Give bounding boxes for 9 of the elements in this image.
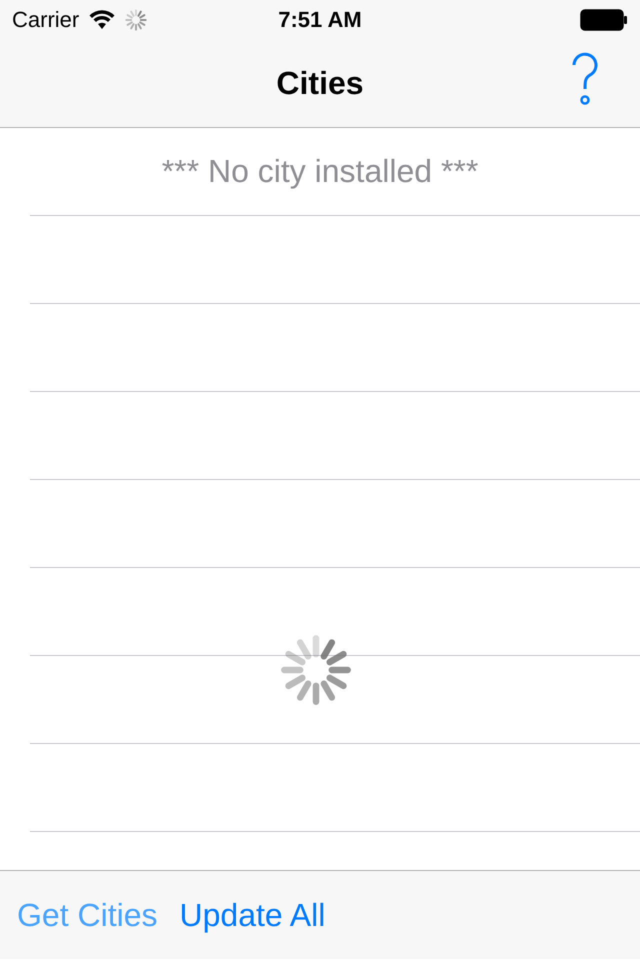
carrier-label: Carrier <box>12 7 80 33</box>
nav-title: Cities <box>276 65 364 102</box>
empty-message: *** No city installed *** <box>162 153 478 190</box>
toolbar-button[interactable]: Update All <box>179 896 326 934</box>
wifi-icon <box>89 10 116 30</box>
loading-spinner-icon <box>280 634 352 706</box>
activity-icon <box>125 9 148 31</box>
battery-icon <box>580 9 628 31</box>
status-time: 7:51 AM <box>278 7 362 32</box>
